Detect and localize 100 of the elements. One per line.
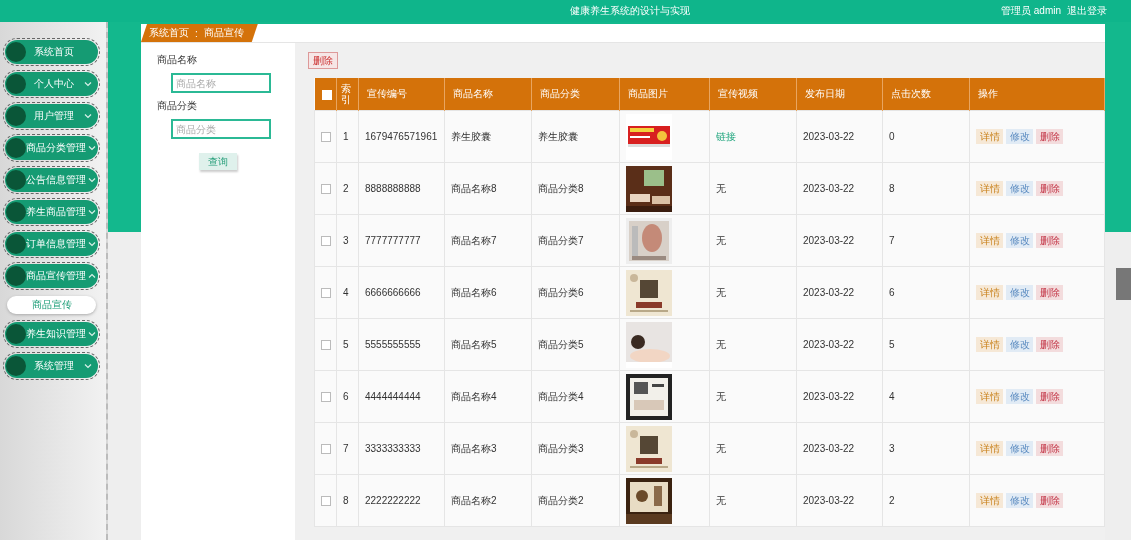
edit-button[interactable]: 修改 — [1006, 233, 1033, 248]
breadcrumb-link[interactable]: 系统首页 — [149, 26, 189, 40]
table-cell: 商品分类6 — [531, 266, 620, 319]
table-cell: 8 — [336, 474, 359, 527]
table-cell-text: 无 — [716, 390, 726, 402]
delete-button[interactable]: 删除 — [1036, 493, 1063, 508]
edit-button[interactable]: 修改 — [1006, 181, 1033, 196]
table-cell: 商品名称2 — [444, 474, 532, 527]
table-cell: 3 — [336, 214, 359, 267]
table-cell: 3333333333 — [358, 422, 445, 475]
column-header: 商品名称 — [444, 78, 532, 111]
logout-link[interactable]: 退出登录 — [1067, 4, 1107, 18]
delete-button[interactable]: 删除 — [1036, 285, 1063, 300]
delete-button[interactable]: 删除 — [1036, 441, 1063, 456]
table-cell: 商品分类7 — [531, 214, 620, 267]
table-cell: 5555555555 — [358, 318, 445, 371]
search-button[interactable]: 查询 — [199, 153, 237, 170]
table-cell: 8888888888 — [358, 162, 445, 215]
menu-item[interactable]: 养生知识管理 — [5, 322, 98, 346]
table-cell: 2023-03-22 — [796, 422, 883, 475]
table-cell-text: 无 — [716, 494, 726, 506]
menu-item[interactable]: 养生商品管理 — [5, 200, 98, 224]
edit-button[interactable]: 修改 — [1006, 285, 1033, 300]
table-cell: 2023-03-22 — [796, 162, 883, 215]
table-cell: 6 — [882, 266, 970, 319]
menu-item[interactable]: 商品宣传管理 — [5, 264, 98, 288]
delete-button[interactable]: 删除 — [308, 52, 338, 69]
edit-button[interactable]: 修改 — [1006, 389, 1033, 404]
table-cell: 2023-03-22 — [796, 474, 883, 527]
search-field[interactable]: 商品分类 — [171, 119, 271, 139]
edit-button[interactable]: 修改 — [1006, 441, 1033, 456]
delete-button[interactable]: 删除 — [1036, 337, 1063, 352]
table-cell: 8 — [882, 162, 970, 215]
details-button[interactable]: 详情 — [976, 129, 1003, 144]
delete-button[interactable]: 删除 — [1036, 129, 1063, 144]
table-cell: 1679476571961 — [358, 110, 445, 163]
breadcrumb-link[interactable]: 商品宣传 — [203, 26, 244, 40]
column-header: 操作 — [969, 78, 1105, 111]
column-header: 索引 — [336, 78, 359, 111]
table-cell: 4 — [882, 370, 970, 423]
table-cell: 商品名称4 — [444, 370, 532, 423]
search-field[interactable]: 商品名称 — [171, 73, 271, 93]
details-button[interactable]: 详情 — [976, 181, 1003, 196]
field-label: 商品分类 — [157, 99, 198, 113]
table-cell: 商品分类8 — [531, 162, 620, 215]
table-cell: 商品分类4 — [531, 370, 620, 423]
edit-button[interactable]: 修改 — [1006, 337, 1033, 352]
delete-button[interactable]: 删除 — [1036, 389, 1063, 404]
table-cell: 养生胶囊 — [531, 110, 620, 163]
field-label: 商品名称 — [157, 53, 198, 67]
table-cell: 2023-03-22 — [796, 318, 883, 371]
table-cell: 2023-03-22 — [796, 214, 883, 267]
column-header: 宣传视频 — [709, 78, 797, 111]
table-cell: 商品名称6 — [444, 266, 532, 319]
details-button[interactable]: 详情 — [976, 285, 1003, 300]
table-cell-text: 无 — [716, 442, 726, 454]
app-title: 健康养生系统的设计与实现 — [570, 4, 691, 18]
menu-item[interactable]: 商品分类管理 — [5, 136, 98, 160]
table-cell: 2023-03-22 — [796, 110, 883, 163]
menu-item[interactable]: 用户管理 — [5, 104, 98, 128]
video-link[interactable]: 链接 — [716, 130, 736, 142]
details-button[interactable]: 详情 — [976, 493, 1003, 508]
menu-item[interactable]: 个人中心 — [5, 72, 98, 96]
table-cell: 7777777777 — [358, 214, 445, 267]
column-header: 点击次数 — [882, 78, 970, 111]
table-cell: 4444444444 — [358, 370, 445, 423]
table-cell: 7 — [336, 422, 359, 475]
table-cell: 2 — [882, 474, 970, 527]
delete-button[interactable]: 删除 — [1036, 181, 1063, 196]
column-header: 商品图片 — [619, 78, 710, 111]
column-header: 宣传编号 — [358, 78, 445, 111]
details-button[interactable]: 详情 — [976, 233, 1003, 248]
menu-item[interactable]: 系统首页 — [5, 40, 98, 64]
table-cell: 商品分类2 — [531, 474, 620, 527]
table-cell: 商品名称5 — [444, 318, 532, 371]
table-cell: 4 — [336, 266, 359, 319]
table-cell-text: 无 — [716, 338, 726, 350]
edit-button[interactable]: 修改 — [1006, 129, 1033, 144]
delete-button[interactable]: 删除 — [1036, 233, 1063, 248]
table-cell: 3 — [882, 422, 970, 475]
table-cell: 2023-03-22 — [796, 266, 883, 319]
table-cell: 6 — [336, 370, 359, 423]
table-cell: 2222222222 — [358, 474, 445, 527]
details-button[interactable]: 详情 — [976, 441, 1003, 456]
edit-button[interactable]: 修改 — [1006, 493, 1033, 508]
submenu-item[interactable]: 商品宣传 — [7, 296, 96, 314]
menu-item[interactable]: 订单信息管理 — [5, 232, 98, 256]
table-cell: 商品分类3 — [531, 422, 620, 475]
details-button[interactable]: 详情 — [976, 389, 1003, 404]
breadcrumb-separator: : — [195, 27, 198, 39]
table-cell: 6666666666 — [358, 266, 445, 319]
table-cell: 0 — [882, 110, 970, 163]
table-cell: 5 — [336, 318, 359, 371]
table-cell-text: 无 — [716, 234, 726, 246]
details-button[interactable]: 详情 — [976, 337, 1003, 352]
table-cell-text: 无 — [716, 182, 726, 194]
table-cell: 2023-03-22 — [796, 370, 883, 423]
menu-item[interactable]: 系统管理 — [5, 354, 98, 378]
user-label: 管理员 admin — [1001, 4, 1061, 18]
menu-item[interactable]: 公告信息管理 — [5, 168, 98, 192]
